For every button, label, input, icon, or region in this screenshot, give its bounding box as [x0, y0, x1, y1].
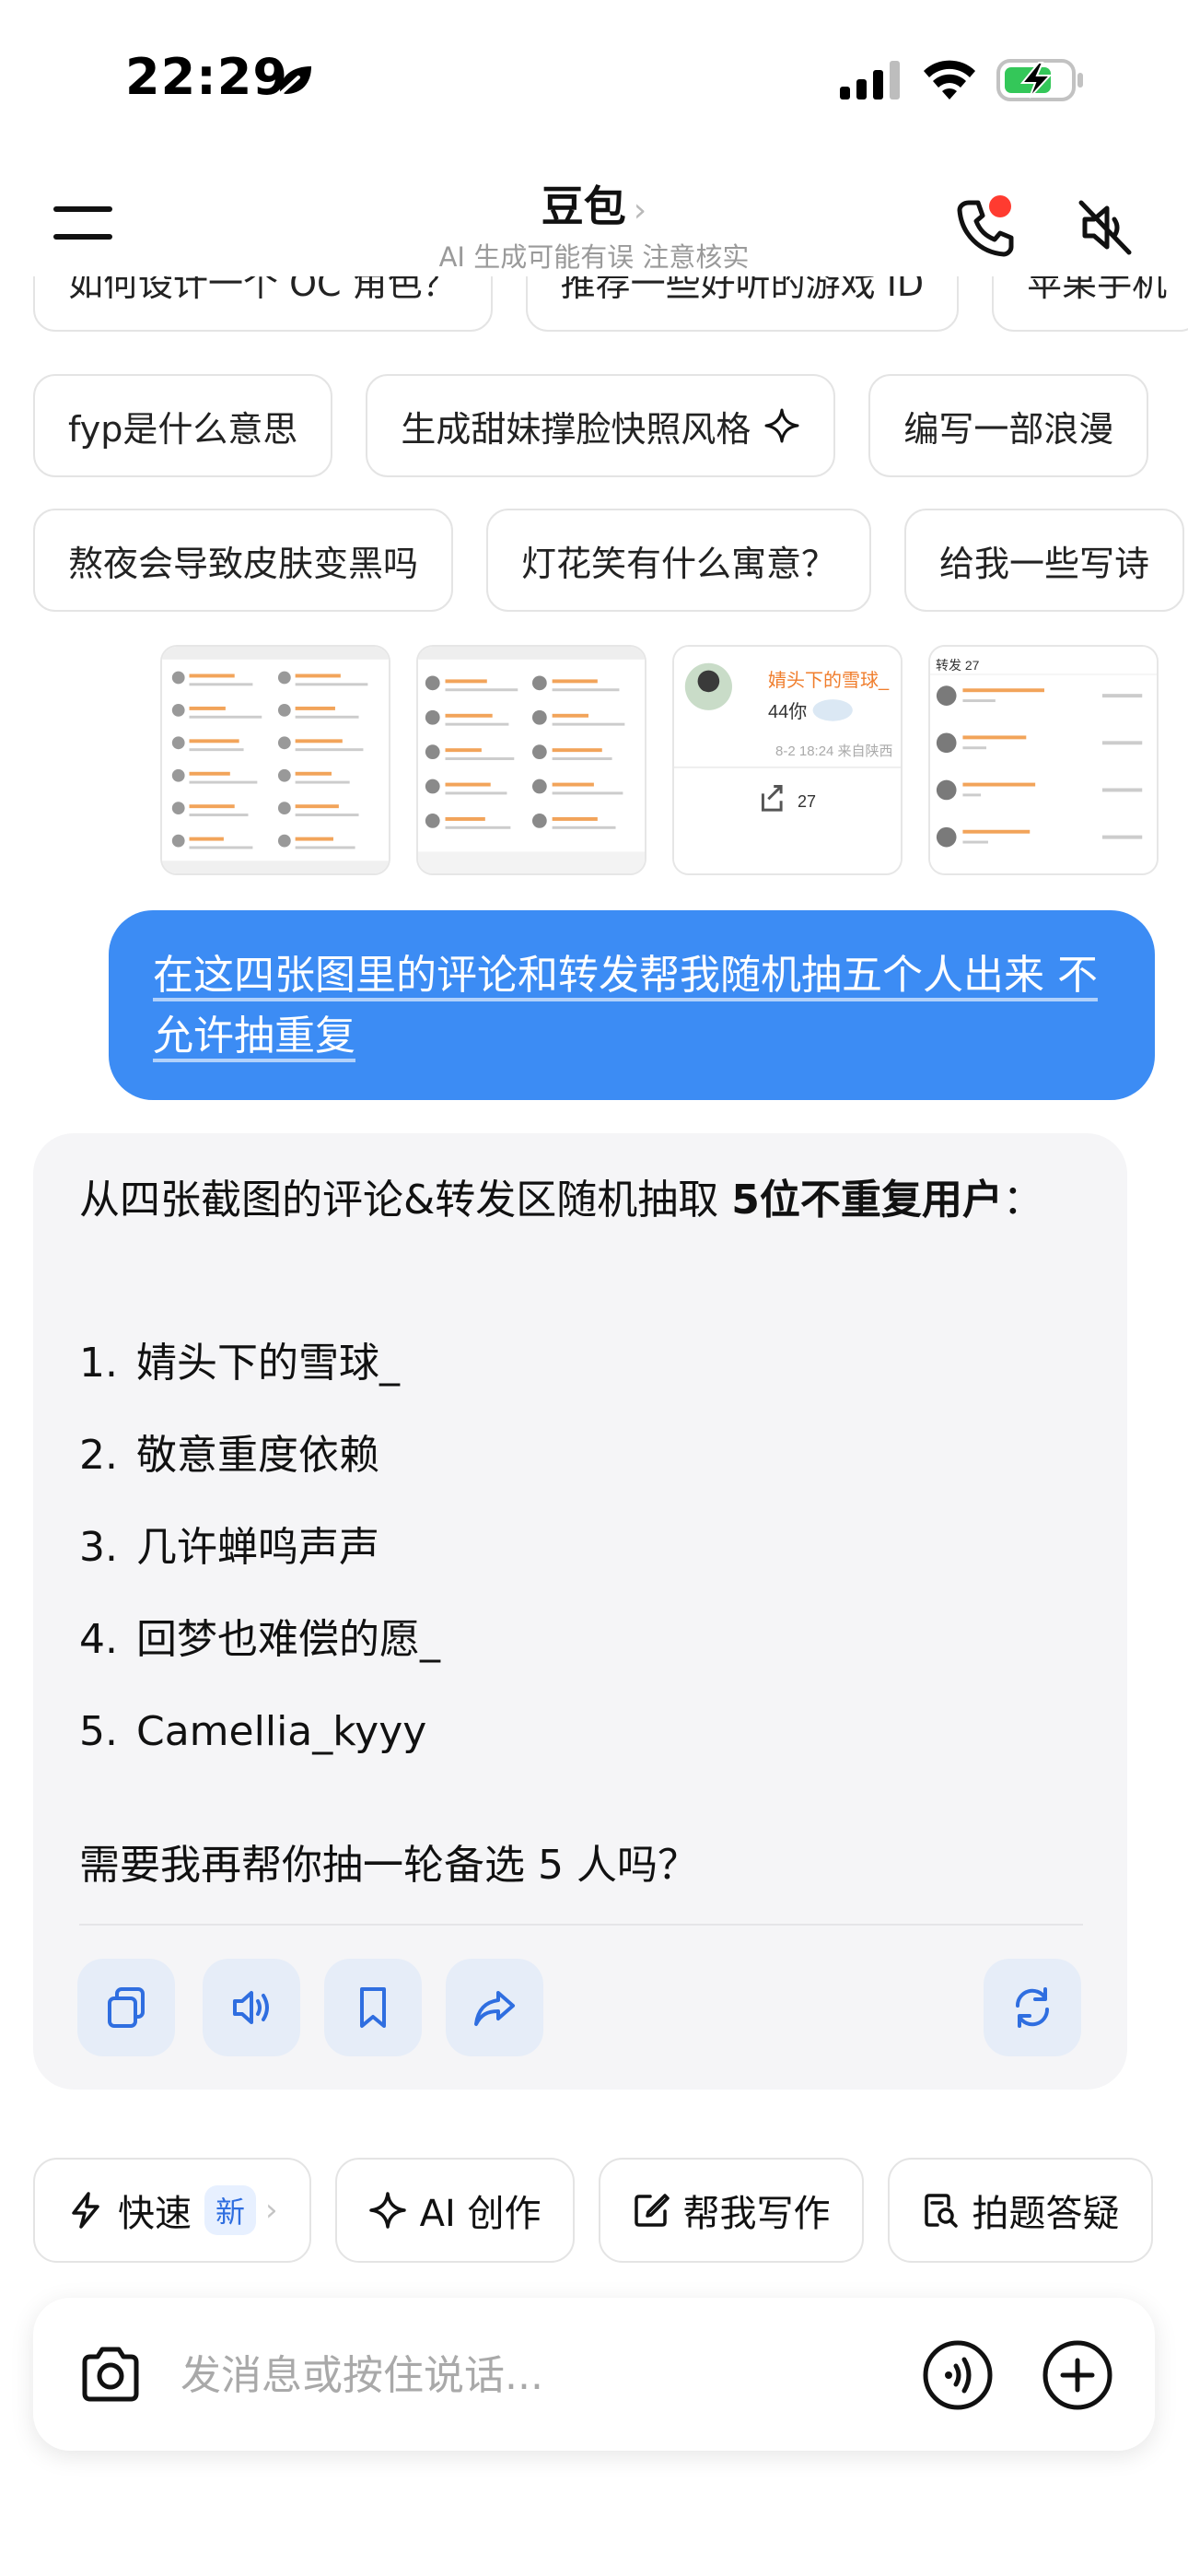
suggestion-chip-image-style[interactable]: 生成甜妹撑脸快照风格 [366, 374, 836, 477]
plus-icon[interactable] [1041, 2338, 1114, 2412]
user-message-text: 在这四张图里的评论和转发帮我随机抽五个人出来 不允许抽重复 [153, 952, 1098, 1060]
winner-number: 1. [79, 1340, 118, 1387]
bookmark-button[interactable] [324, 1959, 422, 2056]
share-button[interactable] [446, 1959, 543, 2056]
speaker-muted-icon[interactable] [1074, 197, 1135, 258]
sparkle-icon [764, 408, 799, 443]
suggestion-chip[interactable]: 灯花笑有什么寓意？ [486, 509, 872, 612]
thumbnail-username: 婧头下的雪球_ [768, 671, 890, 691]
attached-image-thumbnail[interactable] [416, 645, 646, 875]
tool-shortcuts: 快速 新 › AI 创作 帮我写作 拍题答疑 [33, 2158, 1153, 2263]
focus-leaf-icon [276, 66, 311, 98]
assistant-intro-bold: 5位不重复用户 [731, 1177, 1003, 1224]
suggestion-chip[interactable]: 编写一部浪漫 [868, 374, 1149, 477]
repost-list-screenshot-image [930, 647, 1157, 873]
help-write-label: 帮我写作 [682, 2193, 831, 2235]
voice-input-icon[interactable] [921, 2338, 995, 2412]
winner-name: 婧头下的雪球_ [136, 1340, 400, 1387]
winner-name: 敬意重度依赖 [136, 1432, 379, 1479]
share-icon [474, 1991, 515, 2026]
camera-icon[interactable] [76, 2340, 146, 2410]
suggestion-chips: 如何设计一个 OC 角色？ 推荐一些好听的游戏 ID 苹果手机 fyp是什么意思… [0, 276, 1188, 626]
attached-image-thumbnail[interactable] [160, 645, 390, 875]
lightning-icon [72, 2192, 99, 2229]
attached-images: 婧头下的雪球_ 44你 8-2 18:24 来自陕西 27 转发 27 [160, 645, 1159, 875]
wifi-icon [924, 60, 975, 100]
winner-list: 1. 婧头下的雪球_ 2. 敬意重度依赖 3. 几许蝉鸣声声 4. 回梦也难偿的愿_ 5… [79, 1336, 440, 1797]
read-aloud-icon [233, 1991, 269, 2024]
thumbnail-share-count: 27 [798, 792, 817, 811]
suggestion-row: 熬夜会导致皮肤变黑吗 灯花笑有什么寓意？ 给我一些写诗 [33, 509, 1185, 612]
suggestion-row: fyp是什么意思 生成甜妹撑脸快照风格 编写一部浪漫 [33, 374, 1149, 477]
suggestion-chip[interactable]: 给我一些写诗 [904, 509, 1185, 612]
winner-number: 5. [79, 1708, 118, 1755]
winner-item: 5. Camellia_kyyy [79, 1704, 440, 1797]
suggestion-chip[interactable]: 熬夜会导致皮肤变黑吗 [33, 509, 454, 612]
chevron-right-icon: › [633, 192, 647, 229]
assistant-follow-up: 需要我再帮你抽一轮备选 5 人吗？ [79, 1842, 698, 1889]
winner-number: 3. [79, 1524, 118, 1571]
winner-item: 2. 敬意重度依赖 [79, 1428, 440, 1520]
attached-image-thumbnail[interactable]: 转发 27 [928, 645, 1159, 875]
thumbnail-message: 44你 [768, 702, 808, 722]
photo-solve-label: 拍题答疑 [972, 2193, 1120, 2235]
read-aloud-button[interactable] [203, 1959, 300, 2056]
bookmark-icon [360, 1987, 386, 2028]
thumbnail-header: 转发 27 [936, 658, 980, 673]
help-write-button[interactable]: 帮我写作 [598, 2158, 864, 2263]
ai-create-button[interactable]: AI 创作 [334, 2158, 575, 2263]
winner-name: 几许蝉鸣声声 [136, 1524, 379, 1571]
message-input-bar [33, 2298, 1155, 2451]
assistant-message-card: 从四张截图的评论&转发区随机抽取 5位不重复用户： 1. 婧头下的雪球_ 2. 敬意… [33, 1133, 1127, 2090]
comment-list-screenshot-image [162, 647, 389, 873]
winner-item: 3. 几许蝉鸣声声 [79, 1520, 440, 1612]
sparkle-icon [368, 2192, 406, 2229]
message-input[interactable] [181, 2346, 880, 2405]
regenerate-button[interactable] [984, 1959, 1081, 2056]
suggestion-chip[interactable]: fyp是什么意思 [33, 374, 333, 477]
winner-name: Camellia_kyyy [136, 1708, 427, 1755]
chevron-right-icon: › [265, 2192, 278, 2229]
winner-number: 2. [79, 1432, 118, 1479]
winner-number: 4. [79, 1616, 118, 1663]
suggestion-chip[interactable]: 如何设计一个 OC 角色？ [33, 276, 493, 332]
document-search-icon [924, 2194, 958, 2228]
suggestion-row: 如何设计一个 OC 角色？ 推荐一些好听的游戏 ID 苹果手机 [33, 276, 1188, 332]
divider [79, 1924, 1083, 1926]
assistant-intro: 从四张截图的评论&转发区随机抽取 5位不重复用户： [79, 1165, 1083, 1236]
notification-dot [989, 195, 1011, 217]
edit-icon [634, 2194, 670, 2227]
status-bar: 22:29 [0, 0, 1188, 157]
thumbnail-meta: 8-2 18:24 来自陕西 [775, 744, 893, 759]
photo-solve-button[interactable]: 拍题答疑 [887, 2158, 1153, 2263]
ai-create-label: AI 创作 [419, 2193, 542, 2235]
winner-item: 4. 回梦也难偿的愿_ [79, 1612, 440, 1704]
suggestion-chip[interactable]: 推荐一些好听的游戏 ID [525, 276, 960, 332]
winner-item: 1. 婧头下的雪球_ [79, 1336, 440, 1428]
assistant-intro-suffix: ： [1002, 1177, 1043, 1224]
regenerate-icon [1015, 1987, 1050, 2028]
user-message-bubble[interactable]: 在这四张图里的评论和转发帮我随机抽五个人出来 不允许抽重复 [109, 910, 1155, 1100]
page-title: 豆包 [541, 181, 626, 231]
comment-list-screenshot-image [418, 647, 645, 873]
chat-header: 豆包 › AI 生成可能有误 注意核实 [0, 157, 1188, 276]
fast-mode-button[interactable]: 快速 新 › [33, 2158, 311, 2263]
cellular-signal-icon [840, 61, 900, 100]
copy-icon [108, 1987, 145, 2028]
new-badge: 新 [204, 2185, 257, 2235]
battery-charging-icon [996, 59, 1083, 101]
assistant-intro-text: 从四张截图的评论&转发区随机抽取 [79, 1177, 732, 1224]
suggestion-chip-label: 生成甜妹撑脸快照风格 [401, 408, 751, 450]
winner-name: 回梦也难偿的愿_ [136, 1616, 440, 1663]
attached-image-thumbnail[interactable]: 婧头下的雪球_ 44你 8-2 18:24 来自陕西 27 [672, 645, 903, 875]
suggestion-chip[interactable]: 苹果手机 [992, 276, 1188, 332]
status-time: 22:29 [125, 48, 288, 106]
fast-mode-label: 快速 [118, 2193, 192, 2235]
copy-button[interactable] [77, 1959, 175, 2056]
